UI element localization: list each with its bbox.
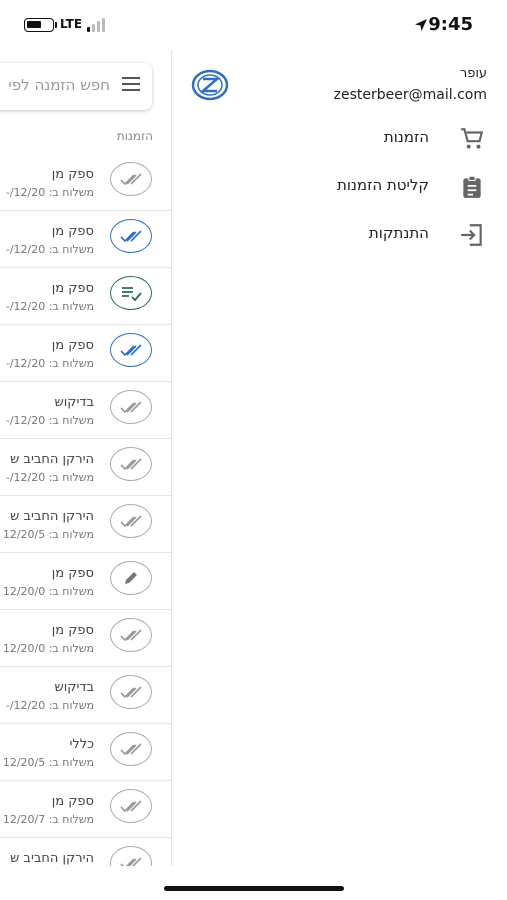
list-check-icon — [110, 276, 152, 310]
order-delivery-date: משלוח ב: 12/20/- — [5, 471, 94, 484]
cart-icon — [461, 128, 484, 149]
order-supplier: ספק מן — [51, 623, 94, 638]
list-item[interactable]: ספק מן משלוח ב: 12/20/- — [0, 268, 171, 325]
order-supplier: בדיקוש — [54, 395, 95, 410]
navigation-drawer: עופר zesterbeer@mail.com הזמנות קליטת הז… — [172, 50, 507, 866]
drawer-item-logout[interactable]: התנתקות — [172, 211, 507, 257]
drawer-item-label: התנתקות — [368, 224, 429, 242]
double-check-icon — [110, 675, 152, 709]
drawer-item-import-orders[interactable]: קליטת הזמנות — [172, 163, 507, 209]
order-delivery-date: משלוח ב: 12/20/0 — [2, 585, 94, 598]
clipboard-icon — [463, 175, 481, 198]
order-delivery-date: משלוח ב: 12/20/- — [5, 357, 94, 370]
double-check-icon — [110, 732, 152, 766]
battery-icon — [24, 18, 54, 32]
section-header: הזמנות — [116, 129, 153, 143]
status-bar: LTE 9:45 — [0, 0, 507, 50]
order-supplier: ספק מן — [51, 281, 94, 296]
list-item[interactable]: בדיקוש משלוח ב: 12/20/- — [0, 667, 171, 724]
order-delivery-date: משלוח ב: 12/20/- — [5, 699, 94, 712]
list-item[interactable]: כללי משלוח ב: 12/20/5 — [0, 724, 171, 781]
order-supplier: ספק מן — [51, 338, 94, 353]
search-input[interactable]: חפש הזמנה לפי — [8, 76, 110, 94]
double-check-icon — [110, 333, 152, 367]
list-item[interactable]: ספק מן משלוח ב: 12/20/- — [0, 211, 171, 268]
list-item[interactable]: הירקן החביב ש משלוח ב: 12/20/- — [0, 439, 171, 496]
drawer-item-label: קליטת הזמנות — [336, 176, 429, 194]
order-supplier: ספק מן — [51, 167, 94, 182]
double-check-icon — [110, 447, 152, 481]
double-check-icon — [110, 789, 152, 823]
app-logo-icon — [191, 69, 229, 101]
order-supplier: הירקן החביב ש — [10, 851, 94, 866]
list-item[interactable]: ספק מן משלוח ב: 12/20/- — [0, 325, 171, 382]
drawer-item-label: הזמנות — [383, 128, 429, 146]
orders-list-pane: חפש הזמנה לפי הזמנות ספק מן משלוח ב: 12/2… — [0, 50, 172, 866]
list-item[interactable]: ספק מן משלוח ב: 12/20/7 — [0, 781, 171, 838]
order-supplier: ספק מן — [51, 566, 94, 581]
order-supplier: בדיקוש — [54, 680, 95, 695]
search-bar[interactable]: חפש הזמנה לפי — [0, 63, 152, 110]
order-supplier: כללי — [69, 737, 94, 752]
list-item[interactable]: ספק מן משלוח ב: 12/20/0 — [0, 610, 171, 667]
list-item[interactable]: בדיקוש משלוח ב: 12/20/- — [0, 382, 171, 439]
order-delivery-date: משלוח ב: 12/20/- — [5, 186, 94, 199]
user-email: zesterbeer@mail.com — [333, 87, 487, 103]
order-delivery-date: משלוח ב: 12/20/0 — [2, 642, 94, 655]
double-check-icon — [110, 162, 152, 196]
order-delivery-date: משלוח ב: 12/20/- — [5, 300, 94, 313]
user-name: עופר — [459, 66, 487, 81]
double-check-icon — [110, 219, 152, 253]
carrier-label: LTE — [60, 17, 83, 31]
clock: 9:45 — [428, 14, 473, 35]
list-item[interactable]: ספק מן משלוח ב: 12/20/0 — [0, 553, 171, 610]
double-check-icon — [110, 846, 152, 866]
order-supplier: ספק מן — [51, 794, 94, 809]
logout-icon — [461, 224, 482, 246]
order-supplier: ספק מן — [51, 224, 94, 239]
order-delivery-date: משלוח ב: 12/20/5 — [2, 756, 94, 769]
order-delivery-date: משלוח ב: 12/20/5 — [2, 528, 94, 541]
order-supplier: הירקן החביב ש — [10, 509, 94, 524]
list-item[interactable]: הירקן החביב ש משלוח ב: 12/20/5 — [0, 496, 171, 553]
location-arrow-icon — [415, 19, 427, 31]
hamburger-menu-icon[interactable] — [122, 77, 140, 95]
order-supplier: הירקן החביב ש — [10, 452, 94, 467]
order-delivery-date: משלוח ב: 12/20/- — [5, 414, 94, 427]
pencil-icon — [110, 561, 152, 595]
double-check-icon — [110, 618, 152, 652]
order-delivery-date: משלוח ב: 12/20/7 — [2, 813, 94, 826]
double-check-icon — [110, 390, 152, 424]
signal-icon — [87, 18, 109, 32]
double-check-icon — [110, 504, 152, 538]
list-item[interactable]: הירקן החביב ש — [0, 838, 171, 866]
drawer-item-orders[interactable]: הזמנות — [172, 115, 507, 161]
list-item[interactable]: ספק מן משלוח ב: 12/20/- — [0, 154, 171, 211]
order-delivery-date: משלוח ב: 12/20/- — [5, 243, 94, 256]
home-indicator[interactable] — [164, 886, 344, 891]
